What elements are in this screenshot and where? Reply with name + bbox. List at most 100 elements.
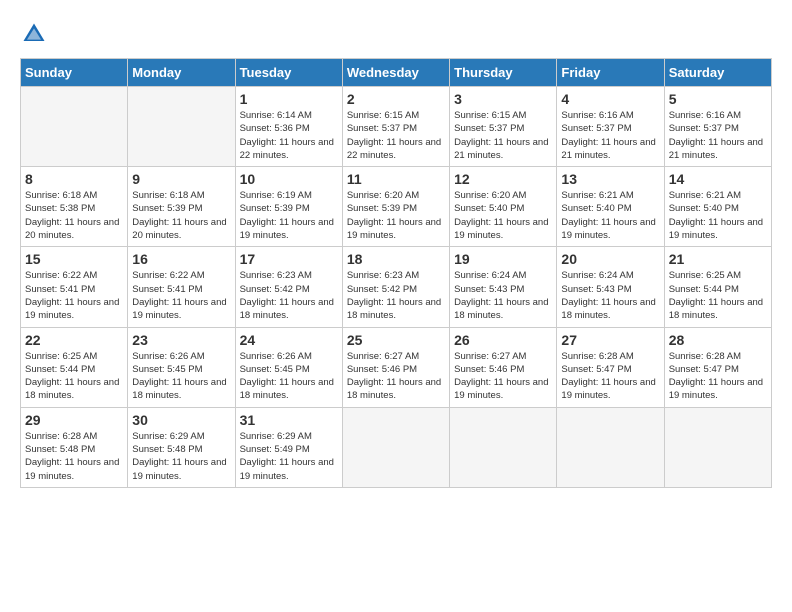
day-info: Sunrise: 6:28 AMSunset: 5:47 PMDaylight:…: [561, 351, 655, 402]
calendar-day-cell: 31 Sunrise: 6:29 AMSunset: 5:49 PMDaylig…: [235, 407, 342, 487]
calendar-day-cell: 28 Sunrise: 6:28 AMSunset: 5:47 PMDaylig…: [664, 327, 771, 407]
day-info: Sunrise: 6:16 AMSunset: 5:37 PMDaylight:…: [561, 110, 655, 161]
day-info: Sunrise: 6:26 AMSunset: 5:45 PMDaylight:…: [240, 351, 334, 402]
day-number: 26: [454, 332, 552, 348]
calendar-day-cell: 30 Sunrise: 6:29 AMSunset: 5:48 PMDaylig…: [128, 407, 235, 487]
day-number: 13: [561, 171, 659, 187]
calendar-header-cell: Wednesday: [342, 59, 449, 87]
day-info: Sunrise: 6:24 AMSunset: 5:43 PMDaylight:…: [454, 270, 548, 321]
calendar-day-cell: 24 Sunrise: 6:26 AMSunset: 5:45 PMDaylig…: [235, 327, 342, 407]
day-info: Sunrise: 6:20 AMSunset: 5:40 PMDaylight:…: [454, 190, 548, 241]
day-info: Sunrise: 6:22 AMSunset: 5:41 PMDaylight:…: [25, 270, 119, 321]
day-info: Sunrise: 6:27 AMSunset: 5:46 PMDaylight:…: [454, 351, 548, 402]
day-number: 29: [25, 412, 123, 428]
day-info: Sunrise: 6:25 AMSunset: 5:44 PMDaylight:…: [669, 270, 763, 321]
day-info: Sunrise: 6:25 AMSunset: 5:44 PMDaylight:…: [25, 351, 119, 402]
calendar-day-cell: 20 Sunrise: 6:24 AMSunset: 5:43 PMDaylig…: [557, 247, 664, 327]
day-info: Sunrise: 6:23 AMSunset: 5:42 PMDaylight:…: [240, 270, 334, 321]
calendar-day-cell: 16 Sunrise: 6:22 AMSunset: 5:41 PMDaylig…: [128, 247, 235, 327]
day-number: 2: [347, 91, 445, 107]
day-info: Sunrise: 6:24 AMSunset: 5:43 PMDaylight:…: [561, 270, 655, 321]
calendar-day-cell: 13 Sunrise: 6:21 AMSunset: 5:40 PMDaylig…: [557, 167, 664, 247]
day-info: Sunrise: 6:15 AMSunset: 5:37 PMDaylight:…: [454, 110, 548, 161]
calendar-week-row: 8 Sunrise: 6:18 AMSunset: 5:38 PMDayligh…: [21, 167, 772, 247]
day-info: Sunrise: 6:18 AMSunset: 5:39 PMDaylight:…: [132, 190, 226, 241]
day-number: 9: [132, 171, 230, 187]
calendar-day-cell: [21, 87, 128, 167]
logo: [20, 20, 52, 48]
calendar-day-cell: 2 Sunrise: 6:15 AMSunset: 5:37 PMDayligh…: [342, 87, 449, 167]
logo-icon: [20, 20, 48, 48]
day-info: Sunrise: 6:15 AMSunset: 5:37 PMDaylight:…: [347, 110, 441, 161]
calendar-day-cell: 29 Sunrise: 6:28 AMSunset: 5:48 PMDaylig…: [21, 407, 128, 487]
day-number: 15: [25, 251, 123, 267]
day-number: 18: [347, 251, 445, 267]
day-info: Sunrise: 6:22 AMSunset: 5:41 PMDaylight:…: [132, 270, 226, 321]
day-number: 1: [240, 91, 338, 107]
day-number: 19: [454, 251, 552, 267]
calendar: SundayMondayTuesdayWednesdayThursdayFrid…: [20, 58, 772, 488]
day-info: Sunrise: 6:20 AMSunset: 5:39 PMDaylight:…: [347, 190, 441, 241]
day-number: 23: [132, 332, 230, 348]
day-number: 17: [240, 251, 338, 267]
calendar-header-cell: Friday: [557, 59, 664, 87]
day-number: 8: [25, 171, 123, 187]
calendar-day-cell: 18 Sunrise: 6:23 AMSunset: 5:42 PMDaylig…: [342, 247, 449, 327]
day-number: 24: [240, 332, 338, 348]
day-info: Sunrise: 6:21 AMSunset: 5:40 PMDaylight:…: [561, 190, 655, 241]
day-info: Sunrise: 6:28 AMSunset: 5:48 PMDaylight:…: [25, 431, 119, 482]
calendar-day-cell: 23 Sunrise: 6:26 AMSunset: 5:45 PMDaylig…: [128, 327, 235, 407]
day-info: Sunrise: 6:19 AMSunset: 5:39 PMDaylight:…: [240, 190, 334, 241]
calendar-header-cell: Thursday: [450, 59, 557, 87]
calendar-header-row: SundayMondayTuesdayWednesdayThursdayFrid…: [21, 59, 772, 87]
calendar-day-cell: 22 Sunrise: 6:25 AMSunset: 5:44 PMDaylig…: [21, 327, 128, 407]
day-number: 21: [669, 251, 767, 267]
day-info: Sunrise: 6:18 AMSunset: 5:38 PMDaylight:…: [25, 190, 119, 241]
day-number: 10: [240, 171, 338, 187]
day-info: Sunrise: 6:29 AMSunset: 5:48 PMDaylight:…: [132, 431, 226, 482]
calendar-day-cell: 10 Sunrise: 6:19 AMSunset: 5:39 PMDaylig…: [235, 167, 342, 247]
day-number: 30: [132, 412, 230, 428]
calendar-header-cell: Tuesday: [235, 59, 342, 87]
day-info: Sunrise: 6:26 AMSunset: 5:45 PMDaylight:…: [132, 351, 226, 402]
day-number: 20: [561, 251, 659, 267]
calendar-day-cell: 25 Sunrise: 6:27 AMSunset: 5:46 PMDaylig…: [342, 327, 449, 407]
calendar-day-cell: 8 Sunrise: 6:18 AMSunset: 5:38 PMDayligh…: [21, 167, 128, 247]
calendar-header-cell: Monday: [128, 59, 235, 87]
calendar-day-cell: [128, 87, 235, 167]
calendar-day-cell: 14 Sunrise: 6:21 AMSunset: 5:40 PMDaylig…: [664, 167, 771, 247]
day-info: Sunrise: 6:21 AMSunset: 5:40 PMDaylight:…: [669, 190, 763, 241]
header: [20, 20, 772, 48]
calendar-day-cell: 15 Sunrise: 6:22 AMSunset: 5:41 PMDaylig…: [21, 247, 128, 327]
calendar-day-cell: 26 Sunrise: 6:27 AMSunset: 5:46 PMDaylig…: [450, 327, 557, 407]
calendar-header-cell: Sunday: [21, 59, 128, 87]
calendar-week-row: 15 Sunrise: 6:22 AMSunset: 5:41 PMDaylig…: [21, 247, 772, 327]
day-number: 28: [669, 332, 767, 348]
calendar-day-cell: 21 Sunrise: 6:25 AMSunset: 5:44 PMDaylig…: [664, 247, 771, 327]
calendar-day-cell: 9 Sunrise: 6:18 AMSunset: 5:39 PMDayligh…: [128, 167, 235, 247]
calendar-week-row: 22 Sunrise: 6:25 AMSunset: 5:44 PMDaylig…: [21, 327, 772, 407]
calendar-header-cell: Saturday: [664, 59, 771, 87]
calendar-day-cell: [342, 407, 449, 487]
calendar-day-cell: 12 Sunrise: 6:20 AMSunset: 5:40 PMDaylig…: [450, 167, 557, 247]
calendar-day-cell: [664, 407, 771, 487]
calendar-day-cell: 5 Sunrise: 6:16 AMSunset: 5:37 PMDayligh…: [664, 87, 771, 167]
day-number: 14: [669, 171, 767, 187]
day-info: Sunrise: 6:29 AMSunset: 5:49 PMDaylight:…: [240, 431, 334, 482]
calendar-day-cell: [450, 407, 557, 487]
day-info: Sunrise: 6:14 AMSunset: 5:36 PMDaylight:…: [240, 110, 334, 161]
day-number: 5: [669, 91, 767, 107]
calendar-day-cell: 17 Sunrise: 6:23 AMSunset: 5:42 PMDaylig…: [235, 247, 342, 327]
day-number: 12: [454, 171, 552, 187]
calendar-day-cell: [557, 407, 664, 487]
day-number: 22: [25, 332, 123, 348]
calendar-day-cell: 11 Sunrise: 6:20 AMSunset: 5:39 PMDaylig…: [342, 167, 449, 247]
calendar-day-cell: 1 Sunrise: 6:14 AMSunset: 5:36 PMDayligh…: [235, 87, 342, 167]
day-number: 31: [240, 412, 338, 428]
calendar-week-row: 1 Sunrise: 6:14 AMSunset: 5:36 PMDayligh…: [21, 87, 772, 167]
calendar-day-cell: 3 Sunrise: 6:15 AMSunset: 5:37 PMDayligh…: [450, 87, 557, 167]
day-info: Sunrise: 6:16 AMSunset: 5:37 PMDaylight:…: [669, 110, 763, 161]
day-number: 3: [454, 91, 552, 107]
day-number: 16: [132, 251, 230, 267]
calendar-day-cell: 4 Sunrise: 6:16 AMSunset: 5:37 PMDayligh…: [557, 87, 664, 167]
